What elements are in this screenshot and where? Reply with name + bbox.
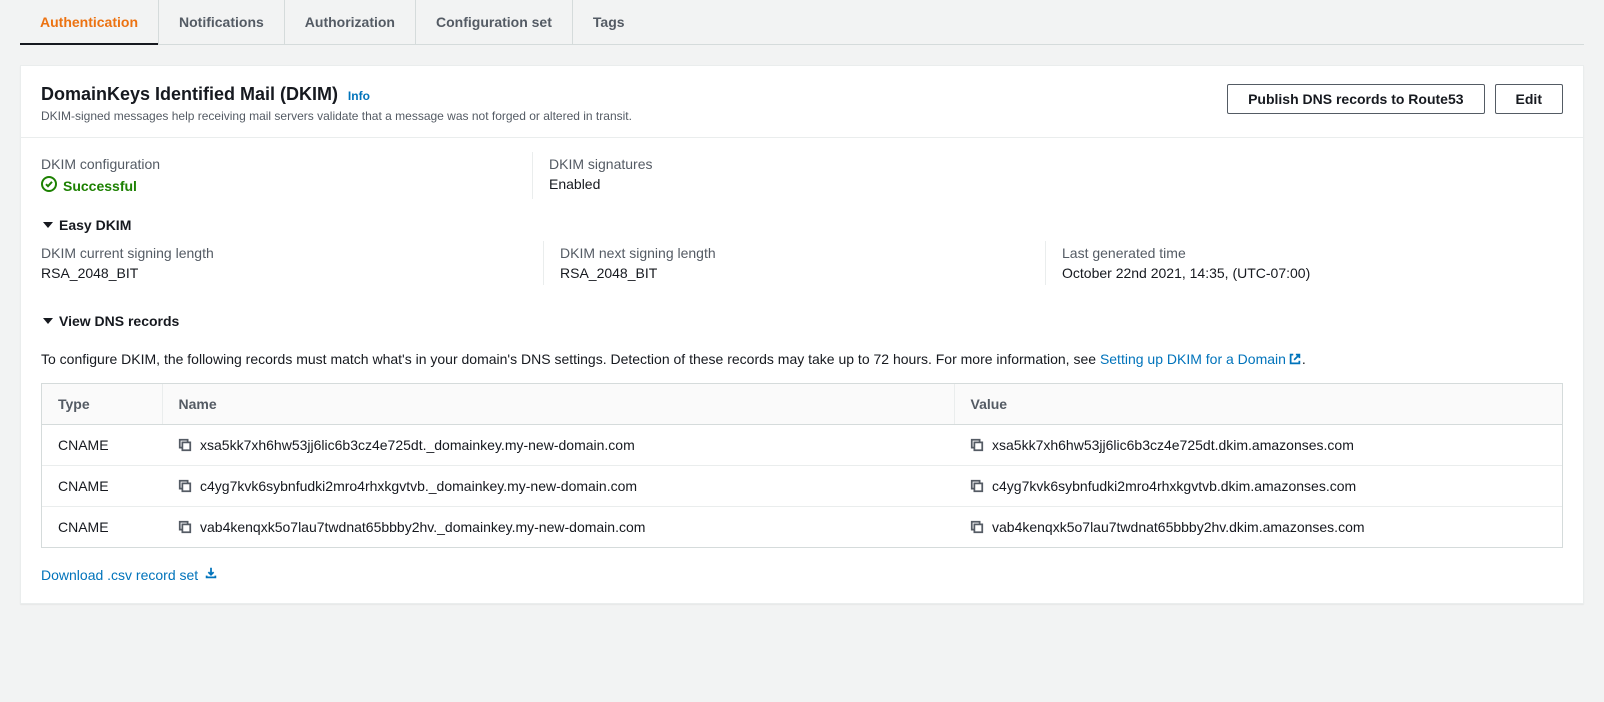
- success-check-icon: [41, 176, 57, 195]
- caret-down-icon: [43, 313, 53, 329]
- current-signing-length-label: DKIM current signing length: [41, 245, 559, 261]
- tab-authorization[interactable]: Authorization: [285, 0, 416, 44]
- cell-value: c4yg7kvk6sybnfudki2mro4rhxkgvtvb.dkim.am…: [992, 478, 1356, 494]
- download-icon: [204, 566, 218, 583]
- panel-title: DomainKeys Identified Mail (DKIM): [41, 84, 338, 104]
- copy-icon[interactable]: [178, 479, 192, 493]
- tab-authentication[interactable]: Authentication: [20, 0, 159, 44]
- edit-button[interactable]: Edit: [1495, 84, 1563, 114]
- download-csv-link[interactable]: Download .csv record set: [41, 566, 218, 583]
- next-signing-length-value: RSA_2048_BIT: [560, 265, 1061, 281]
- tab-notifications[interactable]: Notifications: [159, 0, 285, 44]
- col-type: Type: [42, 384, 162, 425]
- copy-icon[interactable]: [970, 520, 984, 534]
- copy-icon[interactable]: [970, 438, 984, 452]
- cell-value: vab4kenqxk5o7lau7twdnat65bbby2hv.dkim.am…: [992, 519, 1365, 535]
- copy-icon[interactable]: [178, 438, 192, 452]
- dkim-sig-label: DKIM signatures: [549, 156, 1056, 172]
- cell-name: c4yg7kvk6sybnfudki2mro4rhxkgvtvb._domain…: [200, 478, 637, 494]
- tab-tags[interactable]: Tags: [573, 0, 645, 44]
- dkim-sig-value: Enabled: [549, 176, 1056, 192]
- col-value: Value: [954, 384, 1562, 425]
- copy-icon[interactable]: [970, 479, 984, 493]
- cell-type: CNAME: [42, 425, 162, 466]
- view-dns-heading: View DNS records: [59, 313, 179, 329]
- panel-subtitle: DKIM-signed messages help receiving mail…: [41, 109, 632, 123]
- caret-down-icon: [43, 217, 53, 233]
- last-generated-time-value: October 22nd 2021, 14:35, (UTC-07:00): [1062, 265, 1563, 281]
- setup-dkim-link[interactable]: Setting up DKIM for a Domain: [1100, 351, 1302, 367]
- publish-dns-button[interactable]: Publish DNS records to Route53: [1227, 84, 1484, 114]
- info-link[interactable]: Info: [348, 89, 370, 103]
- external-link-icon: [1288, 352, 1302, 366]
- dns-description: To configure DKIM, the following records…: [41, 351, 1563, 367]
- next-signing-length-label: DKIM next signing length: [560, 245, 1061, 261]
- cell-type: CNAME: [42, 466, 162, 507]
- table-row: CNAME vab4kenqxk5o7lau7twdnat65bbby2hv._d…: [42, 507, 1562, 548]
- tabs-bar: Authentication Notifications Authorizati…: [20, 0, 1584, 45]
- last-generated-time-label: Last generated time: [1062, 245, 1563, 261]
- view-dns-expander[interactable]: View DNS records: [43, 313, 179, 329]
- current-signing-length-value: RSA_2048_BIT: [41, 265, 559, 281]
- cell-value: xsa5kk7xh6hw53jj6lic6b3cz4e725dt.dkim.am…: [992, 437, 1354, 453]
- col-name: Name: [162, 384, 954, 425]
- table-row: CNAME c4yg7kvk6sybnfudki2mro4rhxkgvtvb._d…: [42, 466, 1562, 507]
- cell-type: CNAME: [42, 507, 162, 548]
- tab-configuration-set[interactable]: Configuration set: [416, 0, 573, 44]
- dkim-config-label: DKIM configuration: [41, 156, 548, 172]
- cell-name: vab4kenqxk5o7lau7twdnat65bbby2hv._domain…: [200, 519, 645, 535]
- easy-dkim-expander[interactable]: Easy DKIM: [43, 217, 131, 233]
- dkim-config-value: Successful: [41, 176, 137, 195]
- dns-records-table: Type Name Value CNAME xsa5kk7xh6hw53jj6li…: [42, 384, 1562, 547]
- dkim-panel: DomainKeys Identified Mail (DKIM) Info D…: [20, 65, 1584, 604]
- easy-dkim-heading: Easy DKIM: [59, 217, 131, 233]
- copy-icon[interactable]: [178, 520, 192, 534]
- table-row: CNAME xsa5kk7xh6hw53jj6lic6b3cz4e725dt._d…: [42, 425, 1562, 466]
- cell-name: xsa5kk7xh6hw53jj6lic6b3cz4e725dt._domain…: [200, 437, 635, 453]
